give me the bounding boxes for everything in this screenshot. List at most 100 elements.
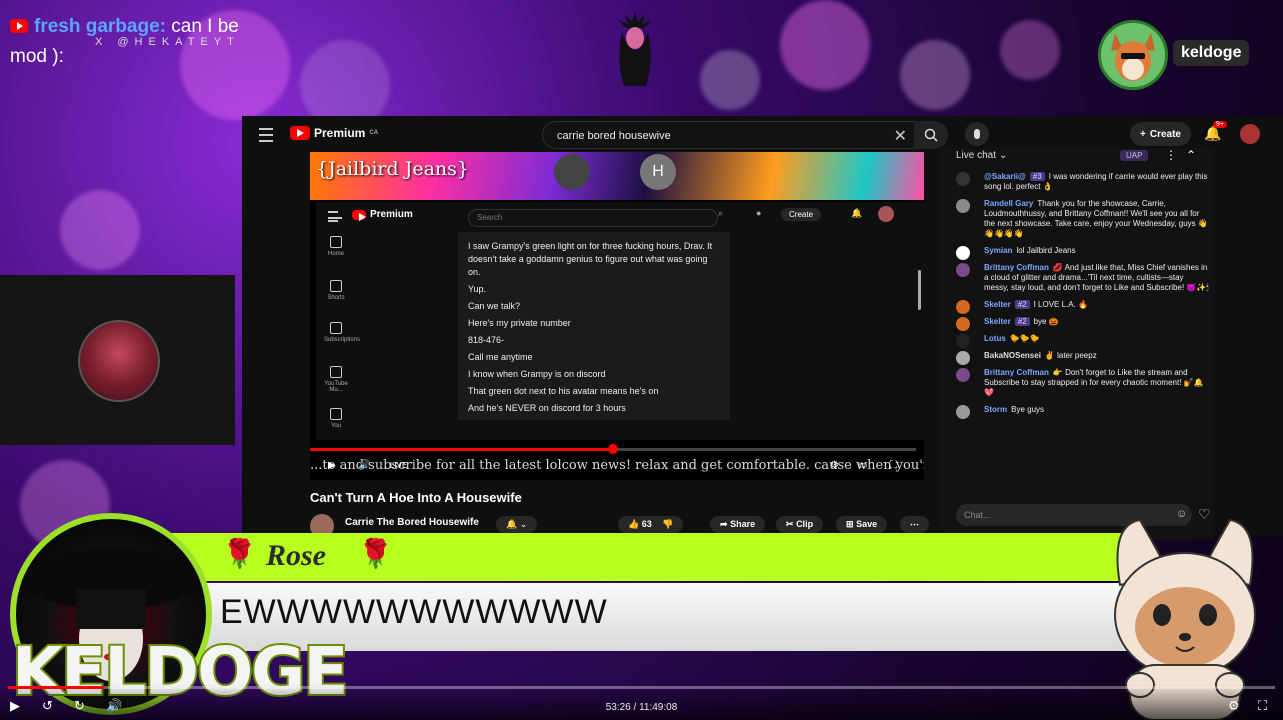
- user-icon: [330, 408, 342, 420]
- chat-list: @Sakarii@ #3 I was wondering if carrie wou…: [956, 172, 1210, 422]
- search-input[interactable]: [543, 122, 879, 150]
- alert-name: Rose: [266, 539, 326, 572]
- video-banner: {Jailbird Jeans} H: [310, 152, 924, 200]
- bokeh-light: [60, 190, 140, 270]
- youtube-top-bar: Premium CA ✕ +Create 🔔 9+: [242, 116, 1283, 152]
- playback-time: 53:26 / 11:49:08: [605, 702, 678, 713]
- mic-icon: ●: [756, 208, 762, 218]
- clip-button[interactable]: ✂ Clip: [776, 516, 824, 533]
- chevron-down-icon: ⌄: [519, 519, 528, 529]
- search-icon: [924, 128, 938, 142]
- streamer-badge: keldoge: [1098, 20, 1250, 90]
- list-item: And he's NEVER on discord for 3 hours: [468, 403, 626, 413]
- close-icon[interactable]: ⌃: [1186, 148, 1196, 162]
- channel-name[interactable]: Carrie The Bored Housewife: [345, 517, 479, 528]
- save-icon: ⊞: [846, 519, 854, 529]
- rose-icon: 🌹: [358, 538, 393, 569]
- settings-icon[interactable]: ⚙: [1228, 698, 1240, 714]
- banner-avatar: [554, 154, 590, 190]
- list-item: Here's my private number: [468, 318, 571, 328]
- fullscreen-icon[interactable]: ⛶: [890, 460, 897, 471]
- settings-icon[interactable]: ⚙: [830, 460, 839, 471]
- inner-create-button: Create: [781, 208, 822, 221]
- thumbs-down-icon: 👎: [662, 519, 674, 529]
- list-item: Call me anytime: [468, 352, 533, 362]
- avatar: [956, 172, 970, 186]
- volume-icon[interactable]: 🔊: [358, 460, 370, 471]
- scrubber-handle[interactable]: [608, 444, 618, 454]
- inner-brand: Premium: [370, 209, 413, 220]
- video-title: Can't Turn A Hoe Into A Housewife: [310, 490, 522, 505]
- menu-icon: [328, 211, 342, 222]
- list-item: 818-476-: [468, 335, 505, 345]
- chat-message: Brittany Coffman 👉 Don't forget to Like t…: [956, 368, 1210, 398]
- avatar: [956, 263, 970, 277]
- avatar[interactable]: [1240, 124, 1260, 144]
- inner-top-bar: Premium Search ⌕ ● Create 🔔: [316, 202, 924, 230]
- create-button[interactable]: + Create: [1130, 122, 1191, 146]
- sidebar-item-shorts: Shorts: [324, 280, 348, 301]
- goddess-logo-icon: [618, 12, 652, 86]
- notification-badge: 9+: [1213, 121, 1227, 128]
- region-code: CA: [369, 130, 379, 136]
- chat-message: Storm Bye guys: [956, 405, 1210, 419]
- live-label: LIVE: [390, 461, 408, 470]
- watermark: X @HEKATEYT: [95, 36, 240, 48]
- live-chat-header[interactable]: Live chat ⌄: [956, 150, 1007, 161]
- menu-icon[interactable]: [259, 128, 273, 142]
- fullscreen-icon[interactable]: ⛶: [1258, 698, 1267, 714]
- bokeh-light: [1000, 20, 1060, 80]
- shorts-icon: [330, 280, 342, 292]
- bokeh-light: [780, 0, 870, 90]
- avatar: [878, 206, 894, 222]
- scissors-icon: ✂: [786, 519, 794, 529]
- share-button[interactable]: ➦ Share: [710, 516, 766, 533]
- more-icon[interactable]: ⋮: [1165, 148, 1177, 162]
- progress-fill: [310, 448, 613, 451]
- youtube-brand: Premium: [314, 126, 366, 140]
- video-progress-bar[interactable]: [310, 444, 916, 454]
- banner-title: {Jailbird Jeans}: [316, 158, 469, 180]
- webcam-avatar: [78, 320, 160, 402]
- list-item: That green dot next to his avatar means …: [468, 386, 659, 396]
- more-button[interactable]: ⋯: [900, 516, 929, 533]
- search-icon: ⌕: [718, 208, 724, 218]
- mic-button[interactable]: [965, 122, 989, 146]
- scrollbar: [918, 270, 921, 310]
- theater-icon[interactable]: ▭: [858, 460, 867, 471]
- avatar: [956, 317, 970, 331]
- home-icon: [330, 236, 342, 248]
- chat-message: Brittany Coffman 💋 And just like that, Mi…: [956, 263, 1210, 293]
- chat-message: Symian lol Jailbird Jeans: [956, 246, 1210, 260]
- seek-bar[interactable]: [8, 686, 1275, 689]
- avatar: [956, 334, 970, 348]
- search-button[interactable]: [914, 121, 948, 149]
- plus-icon: +: [1140, 128, 1146, 140]
- avatar: [956, 351, 970, 365]
- player-bar: ▶ ↺ ↻ 🔊 53:26 / 11:49:08 ⚙ ⛶: [0, 684, 1283, 720]
- avatar: [956, 246, 970, 260]
- like-button[interactable]: 👍 63 👎: [618, 516, 684, 533]
- share-icon: ➦: [720, 519, 728, 529]
- youtube-logo[interactable]: Premium CA: [290, 126, 378, 140]
- live-chat-panel: Live chat ⌄ UAP ⋮ ⌃ @Sakarii@ #3 I was won…: [940, 148, 1214, 540]
- chat-author: fresh garbage:: [34, 16, 166, 37]
- save-button[interactable]: ⊞ Save: [836, 516, 888, 533]
- search-box: ✕: [542, 121, 916, 150]
- sidebar-item-subscriptions: Subscriptions: [324, 322, 360, 343]
- youtube-icon: [10, 19, 28, 33]
- chevron-down-icon: ⌄: [998, 150, 1008, 161]
- mic-icon: [974, 129, 980, 139]
- chat-message: Skelter #2 bye 🎃: [956, 317, 1210, 331]
- video-player[interactable]: {Jailbird Jeans} H Premium Search ⌕ ● Cr…: [310, 152, 924, 480]
- play-icon[interactable]: ▶: [328, 460, 336, 471]
- list-item: I know when Grampy is on discord: [468, 369, 606, 379]
- list-item: I saw Grampy's green light on for three …: [468, 241, 713, 277]
- close-icon[interactable]: ✕: [894, 126, 907, 146]
- bell-icon: 🔔: [506, 519, 518, 529]
- alert-name-bar: 🌹 Rose 🌹: [130, 533, 1140, 581]
- bokeh-light: [700, 50, 760, 110]
- subscribe-bell-button[interactable]: 🔔 ⌄: [496, 516, 538, 533]
- sidebar-item-music: YouTube Mu...: [324, 366, 348, 393]
- sidebar-item-home: Home: [324, 236, 348, 257]
